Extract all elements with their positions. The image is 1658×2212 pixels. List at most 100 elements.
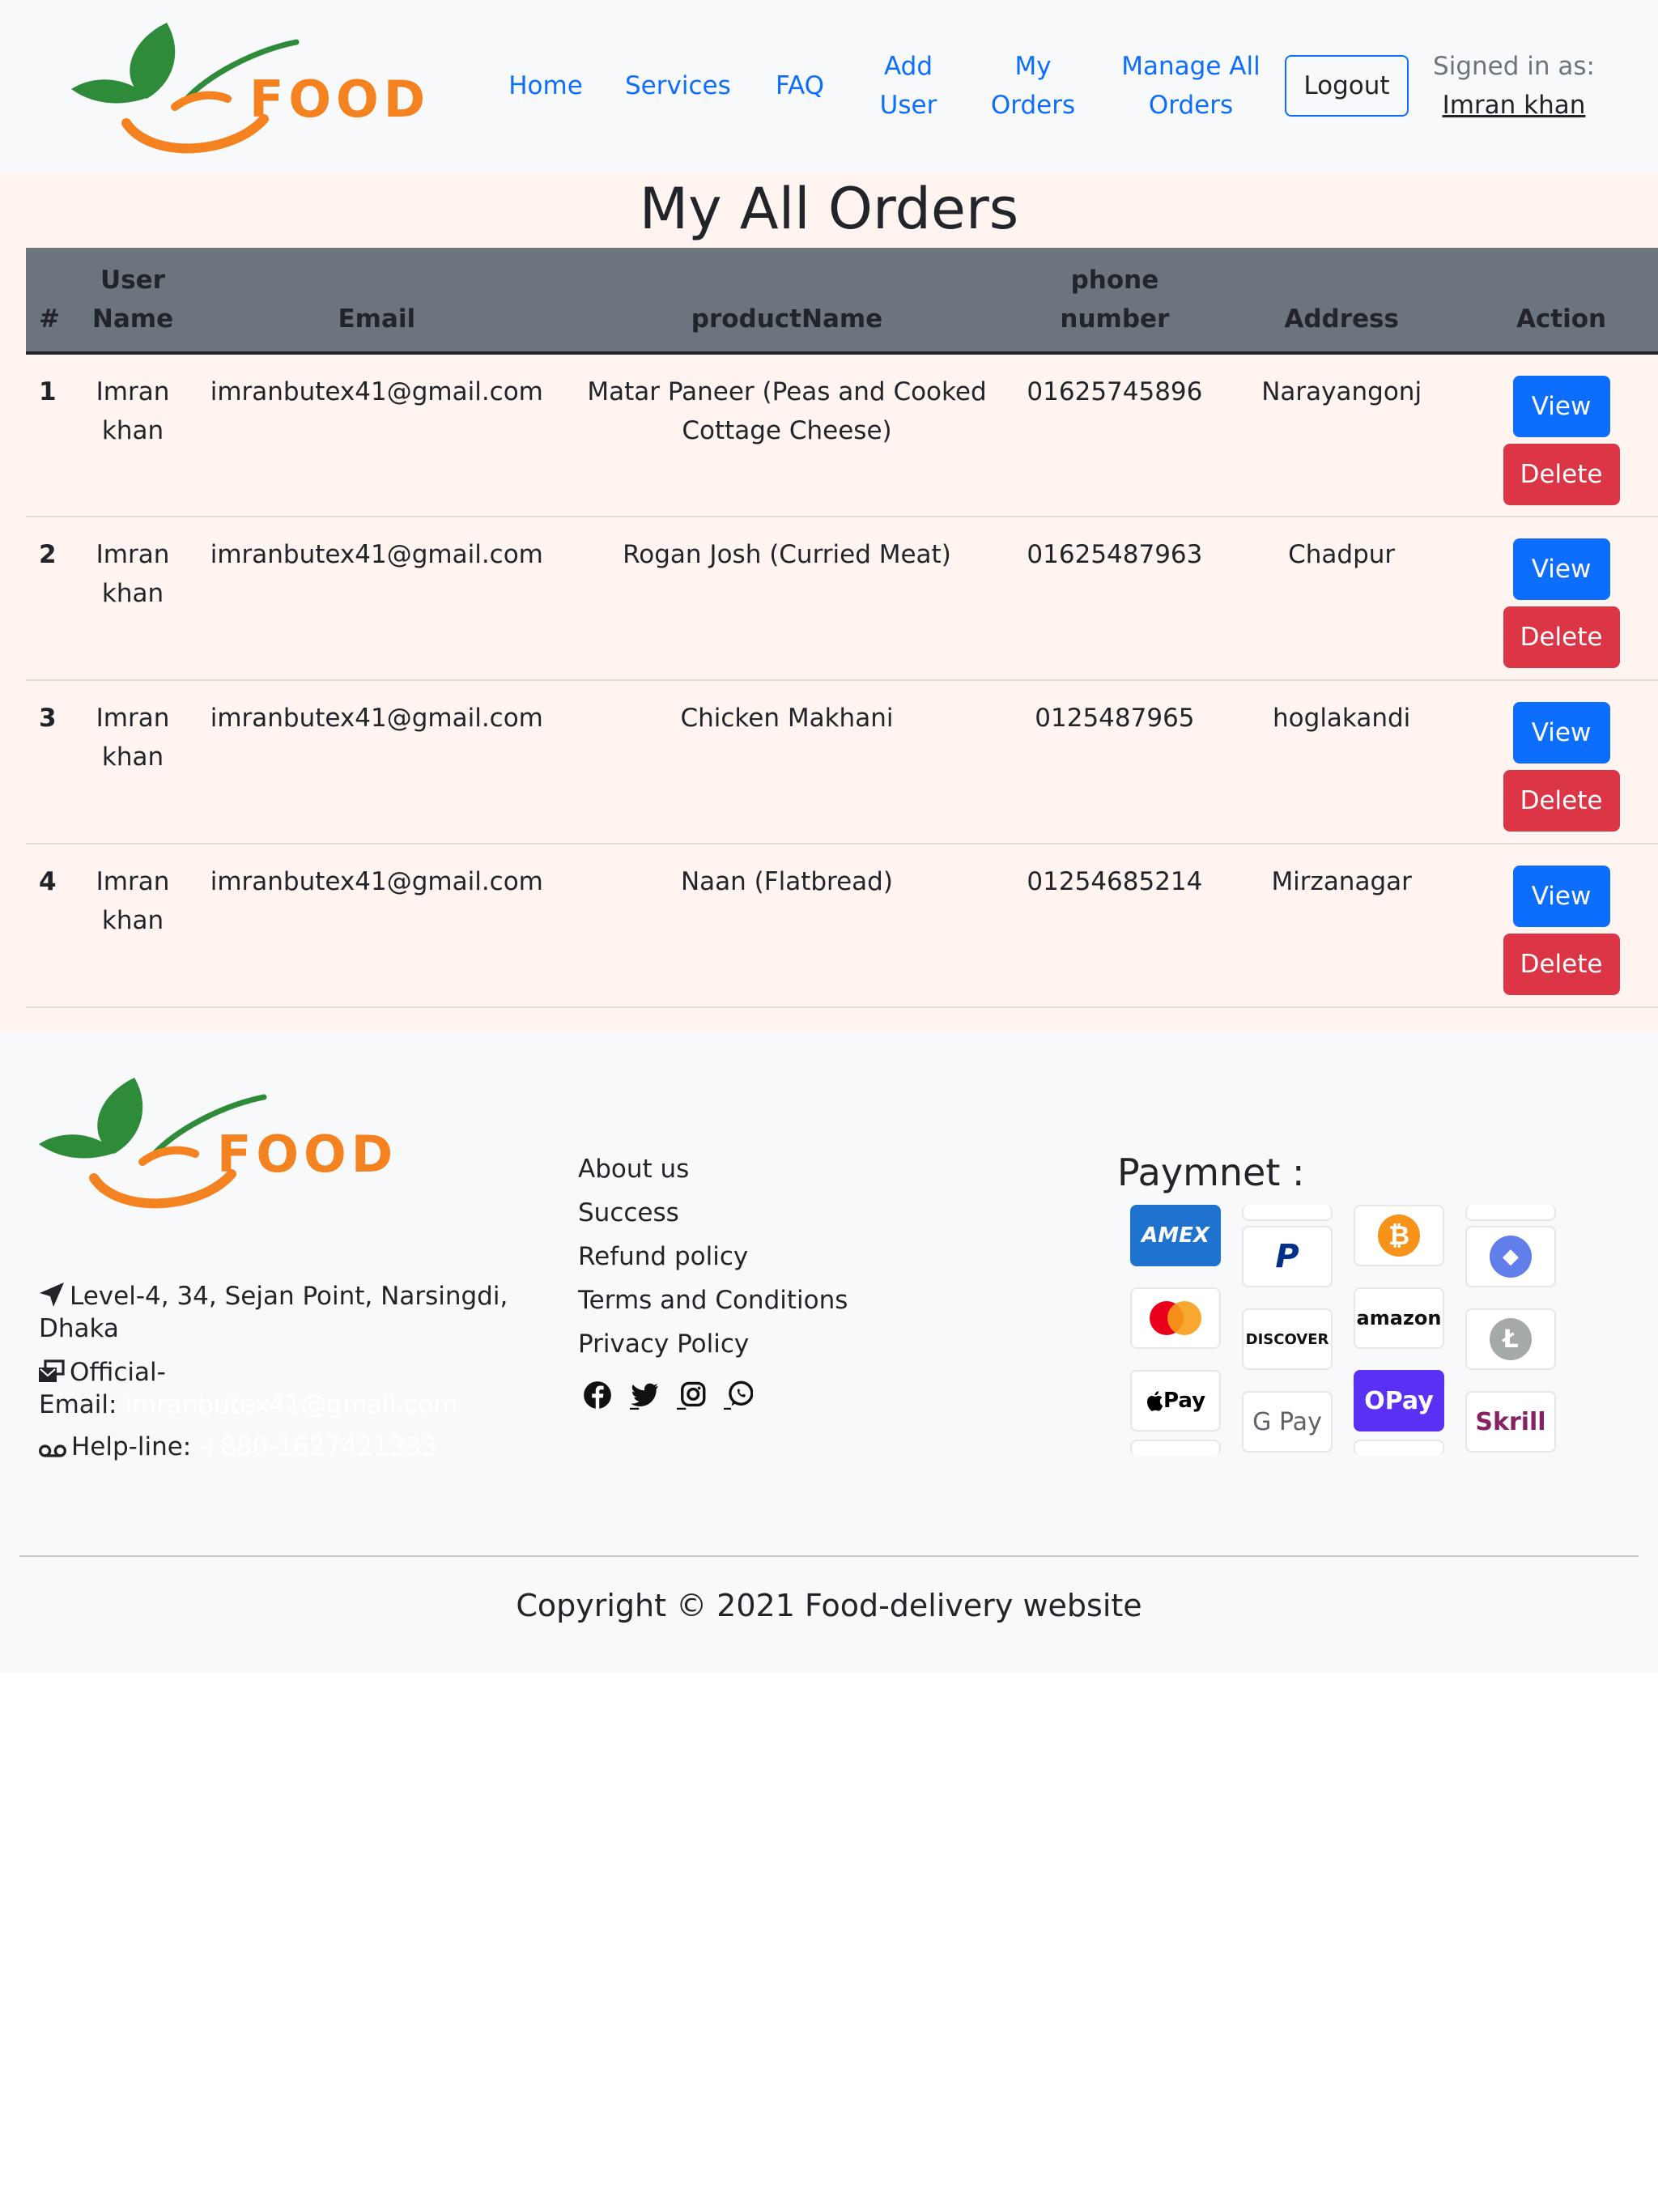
address-line1: Level-4, 34, Sejan Point, Narsingdi, <box>70 1282 508 1311</box>
payment-card-partial <box>1130 1440 1221 1456</box>
twitter-icon[interactable] <box>630 1380 659 1410</box>
signed-in-info: Signed in as: Imran khan <box>1425 47 1603 125</box>
cell-actions: View Delete <box>1465 517 1658 681</box>
footer-link-terms[interactable]: Terms and Conditions <box>578 1278 848 1322</box>
cell-actions: View Delete <box>1465 680 1658 844</box>
signed-in-label: Signed in as: <box>1433 52 1595 81</box>
skrill-card-icon: Skrill <box>1465 1391 1556 1453</box>
cell-address: Narayangonj <box>1218 353 1465 517</box>
footer-link-success[interactable]: Success <box>578 1191 848 1235</box>
litecoin-card-icon: Ł <box>1465 1308 1556 1370</box>
helpline-value[interactable]: +880-1627421333 <box>199 1432 437 1461</box>
bitcoin-card-icon: ₿ <box>1354 1205 1444 1266</box>
cell-product-name: Rogan Josh (Curried Meat) <box>563 517 1011 681</box>
header-user-name-line1: User <box>100 266 165 295</box>
ethereum-symbol: ◆ <box>1490 1236 1532 1278</box>
header-user-name: User Name <box>74 248 191 355</box>
cell-user-last: khan <box>101 416 164 445</box>
table-row: 3 Imran khan imranbutex41@gmail.com Chick… <box>26 680 1658 844</box>
cell-user-name: Imran khan <box>74 353 191 517</box>
nav-home[interactable]: Home <box>505 66 586 105</box>
table-row: 2 Imran khan imranbutex41@gmail.com Rogan… <box>26 517 1658 681</box>
nav-manage-line2: Orders <box>1148 91 1234 120</box>
cell-user-last: khan <box>101 579 164 608</box>
email-value[interactable]: imranbutex41@gmail.com <box>125 1390 457 1419</box>
view-button[interactable]: View <box>1512 376 1610 437</box>
address-line2: Dhaka <box>39 1314 119 1343</box>
footer-link-refund[interactable]: Refund policy <box>578 1235 848 1278</box>
cell-user-first: Imran <box>96 540 170 569</box>
nav-faq[interactable]: FAQ <box>767 66 832 105</box>
amex-card-icon: AMEX <box>1130 1205 1221 1266</box>
nav-add-user-line1: Add <box>883 52 933 81</box>
cell-email: imranbutex41@gmail.com <box>190 680 563 844</box>
footer-address: Level-4, 34, Sejan Point, Narsingdi, Dha… <box>39 1280 525 1345</box>
cell-address: hoglakandi <box>1218 680 1465 844</box>
discover-label: DISCOVER <box>1245 1330 1329 1348</box>
voicemail-icon <box>39 1444 66 1457</box>
view-button[interactable]: View <box>1512 866 1610 927</box>
header-user-name-line2: Name <box>91 304 174 334</box>
google-pay-card-icon: G Pay <box>1242 1391 1333 1453</box>
view-button[interactable]: View <box>1512 538 1610 600</box>
nav-services[interactable]: Services <box>625 66 731 105</box>
header-address: Address <box>1218 248 1465 355</box>
main-content: My All Orders # User Name Email productN… <box>0 172 1658 1032</box>
nav-my-orders-line1: My <box>1014 52 1052 81</box>
email-label-line2: Email: <box>39 1390 117 1419</box>
amazon-card-icon: amazon <box>1354 1287 1444 1349</box>
bitcoin-symbol: ₿ <box>1378 1214 1420 1257</box>
header-product-name: productName <box>563 248 1011 355</box>
mail-bulk-icon <box>39 1359 65 1382</box>
brand-name: FOOD <box>249 70 430 129</box>
cell-user-first: Imran <box>96 704 170 733</box>
table-row: 1 Imran khan imranbutex41@gmail.com Matar… <box>26 353 1658 517</box>
social-icons <box>583 1380 754 1410</box>
page-title: My All Orders <box>639 176 1019 242</box>
instagram-icon[interactable] <box>677 1380 706 1410</box>
footer-brand-logo[interactable]: FOOD <box>37 1073 426 1209</box>
cell-user-first: Imran <box>96 867 170 896</box>
location-arrow-icon <box>40 1283 64 1307</box>
cell-index: 4 <box>26 844 75 1008</box>
nav-my-orders-line2: Orders <box>990 91 1076 120</box>
apple-pay-card-icon: Pay <box>1130 1370 1221 1431</box>
whatsapp-icon[interactable] <box>724 1380 754 1410</box>
nav-my-orders[interactable]: My Orders <box>984 47 1082 125</box>
cell-email: imranbutex41@gmail.com <box>190 844 563 1008</box>
payment-methods: AMEX Pay P DISCOVER G Pay ₿ amazon OPay … <box>1130 1205 1616 1457</box>
view-button[interactable]: View <box>1512 702 1610 764</box>
discover-card-icon: DISCOVER <box>1242 1308 1333 1370</box>
cell-email: imranbutex41@gmail.com <box>190 353 563 517</box>
cell-phone: 01625745896 <box>1010 353 1219 517</box>
cell-actions: View Delete <box>1465 844 1658 1008</box>
delete-button[interactable]: Delete <box>1503 606 1620 668</box>
footer-link-about[interactable]: About us <box>578 1147 848 1191</box>
logout-button[interactable]: Logout <box>1285 55 1409 117</box>
footer-helpline: Help-line: +880-1627421333 <box>39 1431 525 1463</box>
orders-table: # User Name Email productName phone numb… <box>26 248 1658 1008</box>
brand-logo[interactable]: FOOD <box>70 18 458 154</box>
header-phone-number: phone number <box>1010 248 1219 355</box>
nav-manage-all-orders[interactable]: Manage All Orders <box>1117 47 1265 125</box>
footer: FOOD Level-4, 34, Sejan Point, Narsingdi… <box>0 1032 1658 1674</box>
delete-button[interactable]: Delete <box>1503 444 1620 505</box>
facebook-icon[interactable] <box>583 1380 612 1410</box>
opay-card-icon: OPay <box>1354 1370 1444 1431</box>
nav-add-user[interactable]: Add User <box>868 47 949 125</box>
footer-link-privacy[interactable]: Privacy Policy <box>578 1322 848 1366</box>
footer-links: About us Success Refund policy Terms and… <box>578 1147 848 1366</box>
header-action: Action <box>1465 248 1658 355</box>
signed-in-user-link[interactable]: Imran khan <box>1425 86 1603 125</box>
delete-button[interactable]: Delete <box>1503 770 1620 832</box>
cell-product-name: Chicken Makhani <box>563 680 1011 844</box>
cell-phone: 01625487963 <box>1010 517 1219 681</box>
header-phone-line1: phone <box>1070 266 1159 295</box>
delete-button[interactable]: Delete <box>1503 934 1620 995</box>
nav-manage-line1: Manage All <box>1121 52 1261 81</box>
payment-title: Paymnet : <box>1117 1151 1305 1194</box>
header-phone-line2: number <box>1060 304 1170 334</box>
cell-actions: View Delete <box>1465 353 1658 517</box>
cell-user-name: Imran khan <box>74 844 191 1008</box>
copyright-text: Copyright © 2021 Food-delivery website <box>516 1588 1142 1623</box>
